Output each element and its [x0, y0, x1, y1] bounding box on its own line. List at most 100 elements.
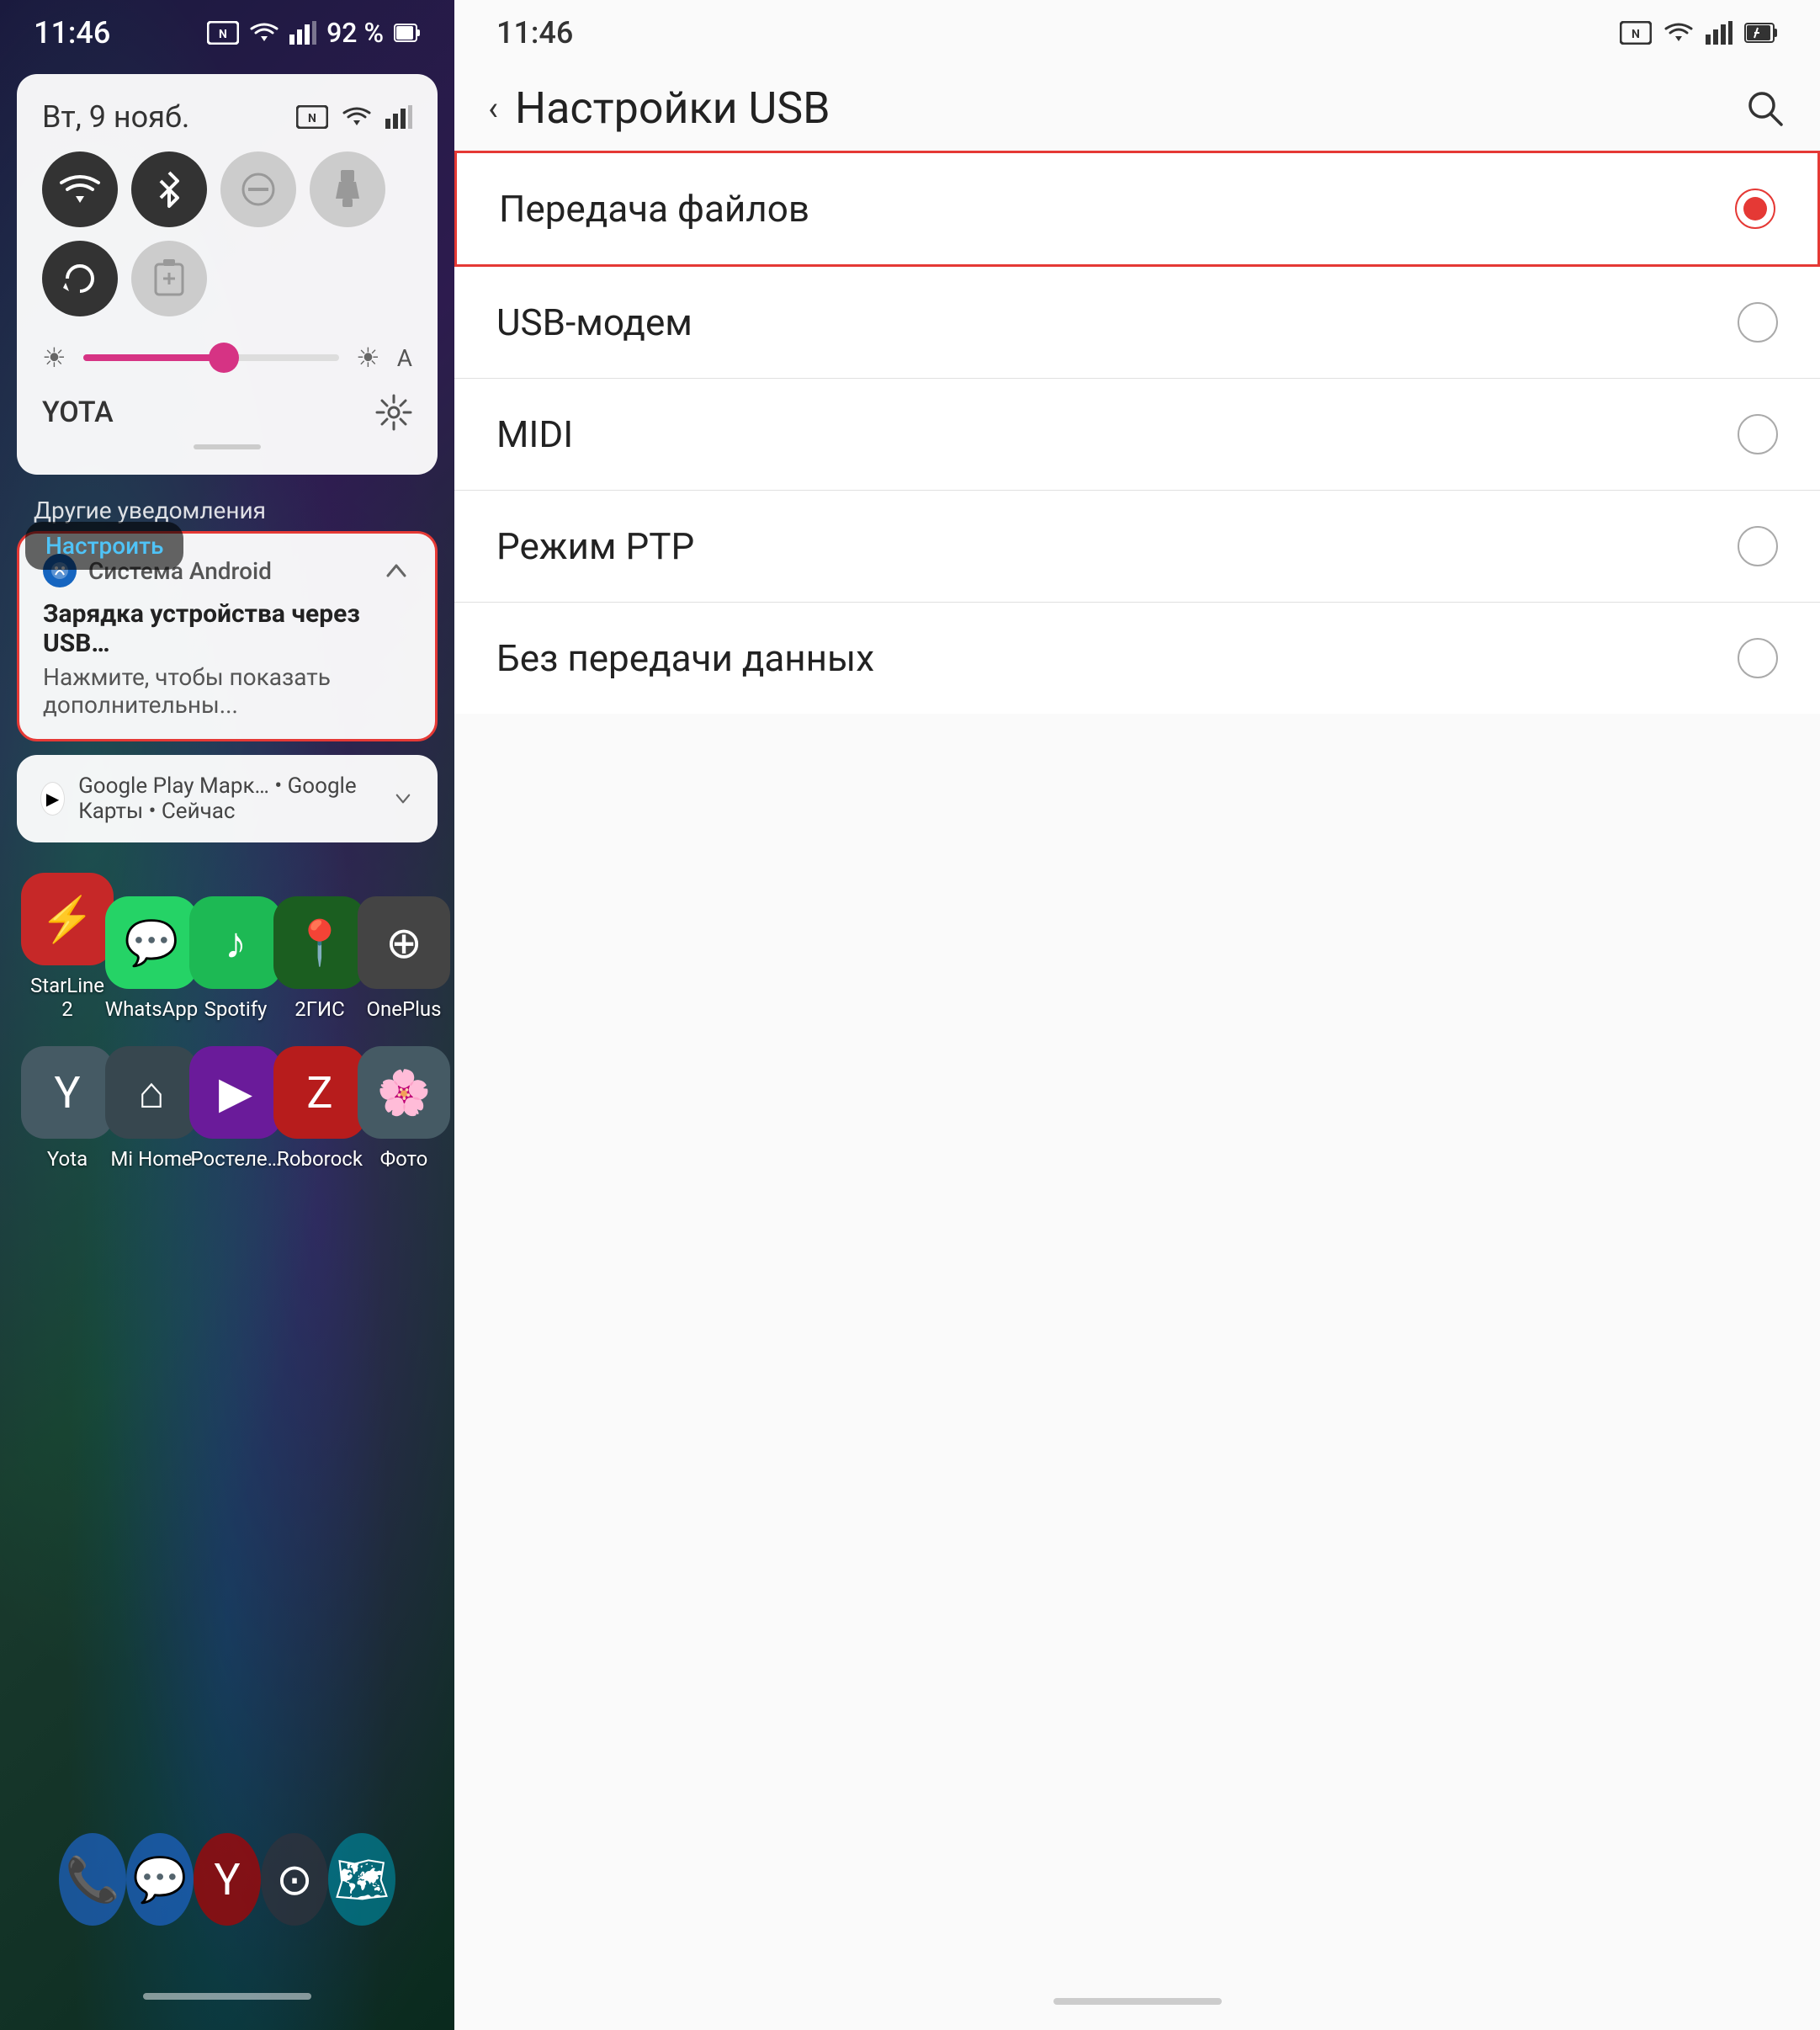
toggle-bluetooth[interactable]: [131, 151, 207, 227]
card-icons: N: [296, 105, 412, 129]
wifi-icon-card: [342, 105, 372, 129]
chevron-up-icon[interactable]: [381, 555, 411, 586]
chevron-down-google-icon[interactable]: [392, 784, 414, 814]
starline-icon: ⚡: [21, 873, 114, 965]
back-button[interactable]: ‹: [488, 88, 498, 128]
2gis-label: 2ГИС: [294, 997, 345, 1021]
wifi-name: YOTA: [42, 396, 114, 429]
signal-icon-card: [385, 105, 412, 129]
dock-maps[interactable]: 🗺: [328, 1833, 395, 1926]
dock-messages[interactable]: 💬: [126, 1833, 194, 1926]
oneplus-icon: ⊕: [358, 896, 450, 989]
google-notif-card[interactable]: ▶ Google Play Марк… • Google Карты • Сей…: [17, 755, 438, 842]
time-left: 11:46: [34, 15, 110, 50]
brightness-track[interactable]: [83, 354, 339, 361]
status-bar-right: 11:46 N: [454, 0, 1820, 66]
svg-text:N: N: [308, 112, 316, 125]
android-notif-body: Нажмите, чтобы показать дополнительны...: [43, 663, 411, 719]
app-yota[interactable]: Y Yota: [25, 1046, 109, 1171]
nfc-icon-card: N: [296, 105, 328, 129]
spotify-label: Spotify: [204, 997, 268, 1021]
wifi-icon-status: [249, 21, 279, 45]
battery-status: 92 %: [326, 17, 384, 49]
app-oneplus[interactable]: ⊕ OnePlus: [362, 896, 446, 1021]
mihome-icon: ⌂: [105, 1046, 198, 1139]
usb-option-ptp[interactable]: Режим PTP: [454, 491, 1820, 603]
drag-handle: [194, 444, 261, 449]
starline-label: StarLine 2: [25, 974, 109, 1021]
toggle-flashlight[interactable]: [310, 151, 385, 227]
svg-text:N: N: [1632, 28, 1640, 41]
photos-icon: 🌸: [358, 1046, 450, 1139]
oneplus-label: OnePlus: [366, 997, 441, 1021]
app-photos[interactable]: 🌸 Фото: [362, 1046, 446, 1171]
android-notif-title: Зарядка устройства через USB…: [43, 599, 411, 658]
usb-settings-title: Настройки USB: [515, 82, 830, 134]
settings-icon-card[interactable]: [375, 394, 412, 431]
usb-option-no-transfer[interactable]: Без передачи данных: [454, 603, 1820, 714]
right-panel: 11:46 N: [454, 0, 1820, 2030]
rostele-icon: ▶: [189, 1046, 282, 1139]
roborock-label: Roborock: [277, 1147, 363, 1171]
app-roborock[interactable]: Z Roborock: [278, 1046, 362, 1171]
toggle-dnd[interactable]: [220, 151, 296, 227]
quick-toggles: [42, 151, 412, 316]
usb-options-list: Передача файлов USB-модем MIDI Режим PTP…: [454, 151, 1820, 1066]
usb-option-midi[interactable]: MIDI: [454, 379, 1820, 491]
toggle-wifi[interactable]: [42, 151, 118, 227]
usb-option-text-1: Передача файлов: [499, 187, 809, 231]
usb-option-text-4: Режим PTP: [496, 524, 694, 568]
radio-file-transfer: [1735, 189, 1775, 229]
toggle-battery[interactable]: [131, 241, 207, 316]
search-icon-right[interactable]: [1744, 88, 1786, 130]
svg-text:N: N: [219, 28, 227, 41]
app-spotify[interactable]: ♪ Spotify: [194, 896, 278, 1021]
nfc-icon: N: [207, 21, 239, 45]
home-indicator-right: [1053, 1998, 1222, 2005]
status-icons-left: N 92 %: [207, 17, 421, 49]
app-row-1: ⚡ StarLine 2 💬 WhatsApp ♪ Spotify 📍 2ГИС…: [25, 873, 429, 1021]
nfc-icon-right: N: [1620, 21, 1652, 45]
usb-header: ‹ Настройки USB: [454, 66, 1820, 151]
signal-icon: [289, 21, 316, 45]
status-icons-right: N: [1620, 21, 1778, 45]
battery-icon-left: [394, 24, 421, 42]
wifi-icon-right: [1663, 21, 1694, 45]
app-starline[interactable]: ⚡ StarLine 2: [25, 873, 109, 1021]
whatsapp-label: WhatsApp: [105, 997, 198, 1021]
usb-option-file-transfer[interactable]: Передача файлов: [454, 151, 1820, 267]
app-mihome[interactable]: ⌂ Mi Home: [109, 1046, 194, 1171]
home-indicator-left: [143, 1993, 311, 2000]
radio-ptp: [1738, 526, 1778, 566]
card-header: Вт, 9 нояб. N: [42, 99, 412, 135]
dock-yandex[interactable]: Y: [194, 1833, 261, 1926]
google-notif-content: ▶ Google Play Марк… • Google Карты • Сей…: [40, 773, 414, 824]
dock-phone[interactable]: 📞: [59, 1833, 126, 1926]
usb-option-text-5: Без передачи данных: [496, 636, 874, 680]
usb-option-modem[interactable]: USB-модем: [454, 267, 1820, 379]
usb-option-text-2: USB-модем: [496, 300, 692, 344]
radio-modem: [1738, 302, 1778, 343]
app-2gis[interactable]: 📍 2ГИС: [278, 896, 362, 1021]
brightness-high-icon: ☀: [356, 342, 380, 374]
toggle-rotate[interactable]: [42, 241, 118, 316]
time-right: 11:46: [496, 15, 573, 50]
radio-midi: [1738, 414, 1778, 454]
app-row-2: Y Yota ⌂ Mi Home ▶ Ростеле… Z Roborock 🌸: [25, 1046, 429, 1171]
nastroit-button[interactable]: Настроить: [25, 522, 183, 570]
radio-no-transfer: [1738, 638, 1778, 678]
google-play-icon: ▶: [40, 782, 65, 816]
app-rostele[interactable]: ▶ Ростеле…: [194, 1046, 278, 1171]
yota-label: Yota: [47, 1147, 88, 1171]
google-notif-text: Google Play Марк… • Google Карты • Сейча…: [78, 773, 392, 824]
app-whatsapp[interactable]: 💬 WhatsApp: [109, 896, 194, 1021]
status-bar-left: 11:46 N 92 %: [0, 0, 454, 66]
yota-icon: Y: [21, 1046, 114, 1139]
rostele-label: Ростеле…: [190, 1147, 280, 1171]
battery-icon-right: [1744, 23, 1778, 43]
auto-brightness-icon[interactable]: A: [397, 344, 412, 372]
app-grid: ⚡ StarLine 2 💬 WhatsApp ♪ Spotify 📍 2ГИС…: [0, 856, 454, 2030]
usb-header-left: ‹ Настройки USB: [488, 82, 830, 134]
roborock-icon: Z: [273, 1046, 366, 1139]
dock-camera[interactable]: ⊙: [261, 1833, 328, 1926]
